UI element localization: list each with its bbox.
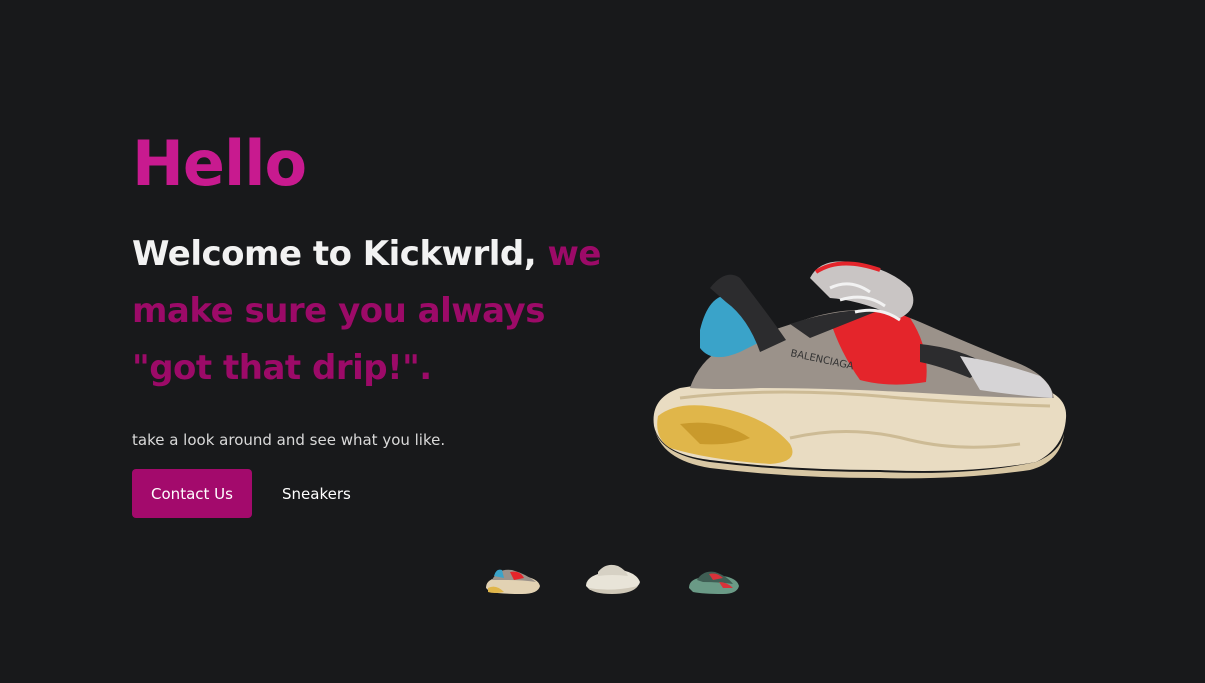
sneaker-green-red-thumbnail[interactable] [683,558,745,600]
contact-us-button[interactable]: Contact Us [132,469,252,518]
landing-page: Hello Welcome to Kickwrld, we make sure … [0,0,1205,683]
hello-heading: Hello [132,127,307,200]
sneaker-cream-thumbnail[interactable] [582,558,644,600]
hero-section: Hello Welcome to Kickwrld, we make sure … [132,128,612,518]
cta-buttons: Contact Us Sneakers [132,469,612,518]
headline-white-part: Welcome to Kickwrld, [132,234,548,274]
balenciaga-sneaker-image: BALENCIAGA [653,261,1067,479]
tagline: take a look around and see what you like… [132,431,446,449]
sneakers-link[interactable]: Sneakers [282,485,351,503]
sneaker-multicolor-thumbnail[interactable] [482,558,544,600]
thumbnail-strip [480,558,745,604]
welcome-headline: Welcome to Kickwrld, we make sure you al… [132,226,602,397]
